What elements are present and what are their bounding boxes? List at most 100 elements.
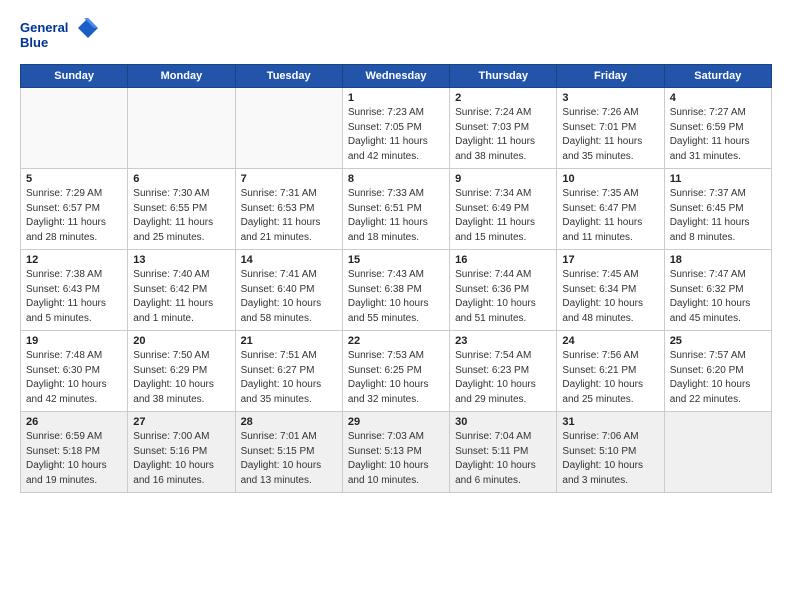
day-cell: 21Sunrise: 7:51 AM Sunset: 6:27 PM Dayli…: [235, 331, 342, 412]
day-number: 29: [348, 416, 444, 428]
weekday-friday: Friday: [557, 65, 664, 88]
calendar-header: SundayMondayTuesdayWednesdayThursdayFrid…: [21, 65, 772, 88]
day-number: 15: [348, 254, 444, 266]
day-cell: 16 Sunrise: 7:44 AM Sunset: 6:36 PM Dayli…: [450, 250, 557, 331]
day-info: Sunrise: 7:03 AM Sunset: 5:13 PM Dayligh…: [348, 430, 444, 488]
day-number: 10: [562, 173, 658, 185]
day-cell: [21, 88, 128, 169]
day-number: 8: [348, 173, 444, 185]
weekday-thursday: Thursday: [450, 65, 557, 88]
day-cell: 27Sunrise: 7:00 AM Sunset: 5:16 PM Dayli…: [128, 412, 235, 493]
day-info: Sunrise: 7:50 AM Sunset: 6:29 PM Dayligh…: [133, 349, 229, 407]
header: General Blue: [20, 16, 772, 58]
logo-svg: General Blue: [20, 16, 100, 58]
day-cell: 5 Sunrise: 7:29 AM Sunset: 6:57 PM Daylig…: [21, 169, 128, 250]
day-info: Sunrise: 7:33 AM Sunset: 6:51 PM Dayligh…: [348, 187, 444, 245]
day-number: 6: [133, 173, 229, 185]
day-cell: 1Sunrise: 7:23 AM Sunset: 7:05 PM Daylig…: [342, 88, 449, 169]
weekday-tuesday: Tuesday: [235, 65, 342, 88]
day-number: 11: [670, 173, 766, 185]
day-number: 31: [562, 416, 658, 428]
day-cell: 23 Sunrise: 7:54 AM Sunset: 6:23 PM Dayli…: [450, 331, 557, 412]
week-row-2: 5 Sunrise: 7:29 AM Sunset: 6:57 PM Daylig…: [21, 169, 772, 250]
day-cell: 6 Sunrise: 7:30 AM Sunset: 6:55 PM Daylig…: [128, 169, 235, 250]
day-cell: 30 Sunrise: 7:04 AM Sunset: 5:11 PM Dayli…: [450, 412, 557, 493]
day-cell: 18 Sunrise: 7:47 AM Sunset: 6:32 PM Dayli…: [664, 250, 771, 331]
day-cell: 22 Sunrise: 7:53 AM Sunset: 6:25 PM Dayli…: [342, 331, 449, 412]
weekday-sunday: Sunday: [21, 65, 128, 88]
day-cell: 11 Sunrise: 7:37 AM Sunset: 6:45 PM Dayli…: [664, 169, 771, 250]
day-info: Sunrise: 7:53 AM Sunset: 6:25 PM Dayligh…: [348, 349, 444, 407]
day-cell: 17 Sunrise: 7:45 AM Sunset: 6:34 PM Dayli…: [557, 250, 664, 331]
day-cell: 14 Sunrise: 7:41 AM Sunset: 6:40 PM Dayli…: [235, 250, 342, 331]
logo: General Blue: [20, 16, 100, 58]
day-cell: 20 Sunrise: 7:50 AM Sunset: 6:29 PM Dayli…: [128, 331, 235, 412]
day-number: 14: [241, 254, 337, 266]
day-cell: 7 Sunrise: 7:31 AM Sunset: 6:53 PM Daylig…: [235, 169, 342, 250]
day-cell: 2Sunrise: 7:24 AM Sunset: 7:03 PM Daylig…: [450, 88, 557, 169]
day-cell: 12 Sunrise: 7:38 AM Sunset: 6:43 PM Dayli…: [21, 250, 128, 331]
day-info: Sunrise: 7:34 AM Sunset: 6:49 PM Dayligh…: [455, 187, 551, 245]
day-info: Sunrise: 7:01 AM Sunset: 5:15 PM Dayligh…: [241, 430, 337, 488]
day-cell: [664, 412, 771, 493]
day-info: Sunrise: 7:06 AM Sunset: 5:10 PM Dayligh…: [562, 430, 658, 488]
day-info: Sunrise: 7:38 AM Sunset: 6:43 PM Dayligh…: [26, 268, 122, 326]
day-info: Sunrise: 7:48 AM Sunset: 6:30 PM Dayligh…: [26, 349, 122, 407]
day-cell: 3Sunrise: 7:26 AM Sunset: 7:01 PM Daylig…: [557, 88, 664, 169]
day-cell: 29 Sunrise: 7:03 AM Sunset: 5:13 PM Dayli…: [342, 412, 449, 493]
day-info: Sunrise: 7:27 AM Sunset: 6:59 PM Dayligh…: [670, 106, 766, 164]
day-cell: [128, 88, 235, 169]
day-info: Sunrise: 7:35 AM Sunset: 6:47 PM Dayligh…: [562, 187, 658, 245]
day-cell: 28Sunrise: 7:01 AM Sunset: 5:15 PM Dayli…: [235, 412, 342, 493]
weekday-saturday: Saturday: [664, 65, 771, 88]
day-number: 12: [26, 254, 122, 266]
day-info: Sunrise: 7:56 AM Sunset: 6:21 PM Dayligh…: [562, 349, 658, 407]
weekday-monday: Monday: [128, 65, 235, 88]
day-info: Sunrise: 6:59 AM Sunset: 5:18 PM Dayligh…: [26, 430, 122, 488]
page: General Blue SundayMondayTuesdayWednesda…: [0, 0, 792, 509]
day-number: 18: [670, 254, 766, 266]
day-cell: 13 Sunrise: 7:40 AM Sunset: 6:42 PM Dayli…: [128, 250, 235, 331]
day-info: Sunrise: 7:47 AM Sunset: 6:32 PM Dayligh…: [670, 268, 766, 326]
day-number: 16: [455, 254, 551, 266]
week-row-3: 12 Sunrise: 7:38 AM Sunset: 6:43 PM Dayli…: [21, 250, 772, 331]
day-info: Sunrise: 7:44 AM Sunset: 6:36 PM Dayligh…: [455, 268, 551, 326]
day-info: Sunrise: 7:31 AM Sunset: 6:53 PM Dayligh…: [241, 187, 337, 245]
weekday-row: SundayMondayTuesdayWednesdayThursdayFrid…: [21, 65, 772, 88]
day-info: Sunrise: 7:00 AM Sunset: 5:16 PM Dayligh…: [133, 430, 229, 488]
day-number: 30: [455, 416, 551, 428]
day-number: 5: [26, 173, 122, 185]
svg-text:General: General: [20, 20, 68, 35]
day-info: Sunrise: 7:45 AM Sunset: 6:34 PM Dayligh…: [562, 268, 658, 326]
day-number: 7: [241, 173, 337, 185]
svg-text:Blue: Blue: [20, 35, 48, 50]
day-info: Sunrise: 7:43 AM Sunset: 6:38 PM Dayligh…: [348, 268, 444, 326]
day-info: Sunrise: 7:26 AM Sunset: 7:01 PM Dayligh…: [562, 106, 658, 164]
day-number: 24: [562, 335, 658, 347]
day-number: 22: [348, 335, 444, 347]
day-info: Sunrise: 7:37 AM Sunset: 6:45 PM Dayligh…: [670, 187, 766, 245]
day-info: Sunrise: 7:30 AM Sunset: 6:55 PM Dayligh…: [133, 187, 229, 245]
day-info: Sunrise: 7:54 AM Sunset: 6:23 PM Dayligh…: [455, 349, 551, 407]
day-info: Sunrise: 7:40 AM Sunset: 6:42 PM Dayligh…: [133, 268, 229, 326]
day-cell: 24 Sunrise: 7:56 AM Sunset: 6:21 PM Dayli…: [557, 331, 664, 412]
day-number: 23: [455, 335, 551, 347]
day-cell: 15 Sunrise: 7:43 AM Sunset: 6:38 PM Dayli…: [342, 250, 449, 331]
week-row-5: 26 Sunrise: 6:59 AM Sunset: 5:18 PM Dayli…: [21, 412, 772, 493]
day-number: 19: [26, 335, 122, 347]
day-info: Sunrise: 7:41 AM Sunset: 6:40 PM Dayligh…: [241, 268, 337, 326]
day-number: 17: [562, 254, 658, 266]
day-info: Sunrise: 7:04 AM Sunset: 5:11 PM Dayligh…: [455, 430, 551, 488]
day-number: 9: [455, 173, 551, 185]
day-number: 26: [26, 416, 122, 428]
day-cell: 10 Sunrise: 7:35 AM Sunset: 6:47 PM Dayli…: [557, 169, 664, 250]
day-number: 1: [348, 92, 444, 104]
day-number: 13: [133, 254, 229, 266]
day-cell: 4 Sunrise: 7:27 AM Sunset: 6:59 PM Daylig…: [664, 88, 771, 169]
day-info: Sunrise: 7:29 AM Sunset: 6:57 PM Dayligh…: [26, 187, 122, 245]
day-number: 20: [133, 335, 229, 347]
day-number: 2: [455, 92, 551, 104]
day-cell: 31 Sunrise: 7:06 AM Sunset: 5:10 PM Dayli…: [557, 412, 664, 493]
day-cell: 8 Sunrise: 7:33 AM Sunset: 6:51 PM Daylig…: [342, 169, 449, 250]
day-number: 4: [670, 92, 766, 104]
